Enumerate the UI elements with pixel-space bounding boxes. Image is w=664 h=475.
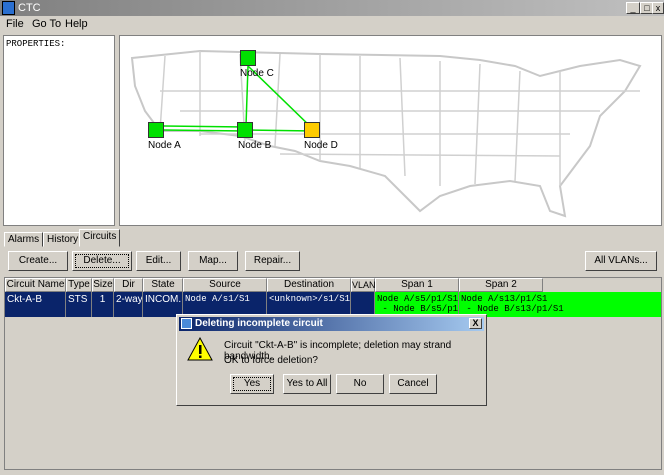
col-span1[interactable]: Span 1 [375,278,459,292]
cell-size: 1 [92,292,114,317]
tab-alarms[interactable]: Alarms [4,232,44,247]
repair-button[interactable]: Repair... [245,251,300,271]
title-bar: CTC _ □ x [0,0,664,16]
menu-bar: File Go To Help [0,16,664,32]
col-span2[interactable]: Span 2 [459,278,543,292]
cell-span2: Node A/s13/p1/S1 - Node B/s13/p1/S1 [459,292,661,317]
no-button[interactable]: No [336,374,384,394]
window-title: CTC [18,2,41,14]
dialog-question: OK to force deletion? [224,355,318,366]
span1-to: - Node B/s5/p1/S1 [382,304,459,314]
create-button[interactable]: Create... [8,251,68,271]
col-vlans[interactable]: VLANs [351,278,380,292]
node-c-label: Node C [240,68,274,79]
warning-icon [187,337,213,361]
menu-file[interactable]: File [6,18,24,30]
col-circuit-name[interactable]: Circuit Name [5,278,66,292]
node-b-label: Node B [238,140,272,151]
dialog-close-button[interactable]: X [469,318,482,329]
delete-button[interactable]: Delete... [72,251,132,271]
col-dir[interactable]: Dir [114,278,143,292]
properties-panel: PROPERTIES: [3,35,115,226]
cancel-button[interactable]: Cancel [389,374,437,394]
col-source[interactable]: Source [183,278,267,292]
app-icon [2,1,15,15]
yes-button[interactable]: Yes [230,374,274,394]
cell-name: Ckt-A-B [5,292,66,317]
menu-help[interactable]: Help [65,18,88,30]
minimize-button[interactable]: _ [626,2,640,14]
col-size[interactable]: Size [92,278,114,292]
map-button[interactable]: Map... [188,251,238,271]
link-lines [163,65,315,132]
cell-type: STS [66,292,92,317]
edit-button[interactable]: Edit... [136,251,181,271]
menu-go-to[interactable]: Go To [32,18,61,30]
dialog-title-bar: Deleting incomplete circuit X [179,317,484,331]
node-d[interactable] [304,122,320,138]
link-a-b [163,129,247,132]
node-d-label: Node D [304,140,338,151]
node-c[interactable] [240,50,256,66]
node-b[interactable] [237,122,253,138]
dialog-app-icon [181,318,192,329]
tab-history[interactable]: History [43,232,83,247]
all-vlans-button[interactable]: All VLANs... [585,251,657,271]
network-map[interactable]: Node A Node B Node C Node D [119,35,662,226]
close-button[interactable]: x [652,2,664,14]
node-a[interactable] [148,122,164,138]
cell-dir: 2-way [114,292,143,317]
delete-confirm-dialog: Deleting incomplete circuit X Circuit "C… [176,314,487,406]
col-type[interactable]: Type [66,278,92,292]
node-a-label: Node A [148,140,181,151]
yes-to-all-button[interactable]: Yes to All [283,374,331,394]
col-state[interactable]: State [143,278,183,292]
span2-to: - Node B/s13/p1/S1 [461,304,564,314]
span2-from: Node A/s13/p1/S1 [461,294,548,304]
dialog-title: Deleting incomplete circuit [195,318,323,329]
properties-label: PROPERTIES: [6,39,66,49]
tab-circuits[interactable]: Circuits [79,229,121,247]
span1-from: Node A/s5/p1/S1 [377,294,459,304]
col-destination[interactable]: Destination [267,278,351,292]
